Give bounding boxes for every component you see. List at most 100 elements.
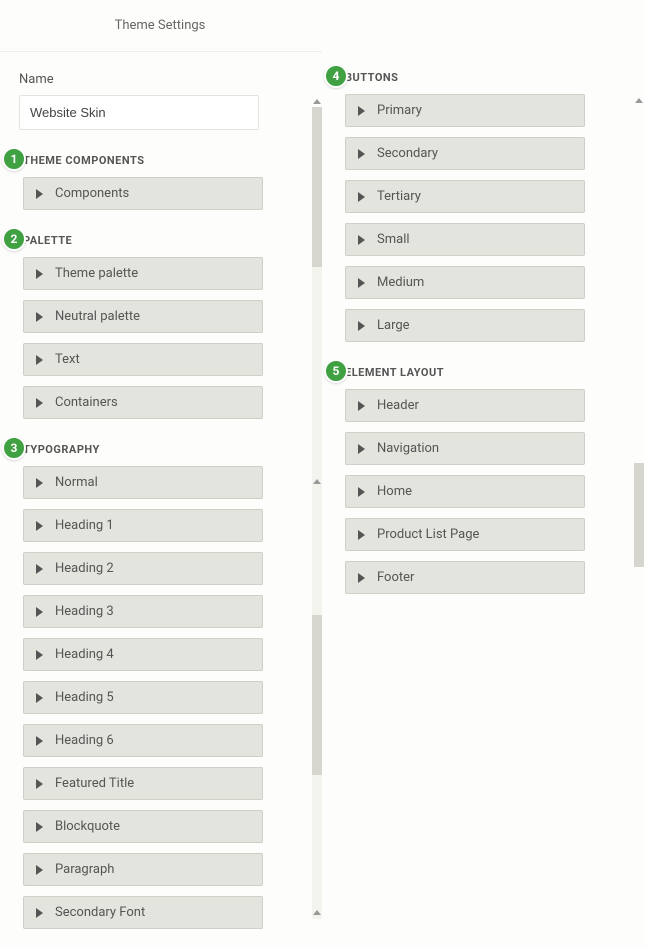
chevron-right-icon [358, 192, 365, 202]
accordion-label: Small [377, 232, 410, 247]
chevron-right-icon [358, 573, 365, 583]
accordion-tertiary[interactable]: Tertiary [345, 180, 585, 213]
accordion-heading-4[interactable]: Heading 4 [23, 638, 263, 671]
accordion-label: Heading 1 [55, 518, 114, 533]
section-element-layout: 5 ELEMENT LAYOUT Header Navigation Home … [345, 360, 629, 594]
accordion-label: Components [55, 186, 129, 201]
section-heading-theme-components: THEME COMPONENTS [23, 148, 307, 177]
accordion-primary[interactable]: Primary [345, 94, 585, 127]
scrollbar-thumb[interactable] [634, 463, 644, 567]
chevron-right-icon [36, 478, 43, 488]
accordion-label: Heading 5 [55, 690, 114, 705]
accordion-paragraph[interactable]: Paragraph [23, 853, 263, 886]
chevron-right-icon [36, 822, 43, 832]
accordion-label: Home [377, 484, 412, 499]
step-badge-2: 2 [2, 227, 26, 251]
accordion-footer[interactable]: Footer [345, 561, 585, 594]
accordion-normal[interactable]: Normal [23, 466, 263, 499]
accordion-heading-5[interactable]: Heading 5 [23, 681, 263, 714]
accordion-label: Heading 2 [55, 561, 114, 576]
accordion-medium[interactable]: Medium [345, 266, 585, 299]
chevron-right-icon [358, 401, 365, 411]
accordion-text[interactable]: Text [23, 343, 263, 376]
scrollbar-thumb[interactable] [312, 107, 322, 267]
accordion-heading-2[interactable]: Heading 2 [23, 552, 263, 585]
step-badge-1: 1 [2, 147, 26, 171]
accordion-label: Containers [55, 395, 118, 410]
accordion-label: Heading 4 [55, 647, 114, 662]
chevron-right-icon [36, 865, 43, 875]
accordion-home[interactable]: Home [345, 475, 585, 508]
accordion-label: Medium [377, 275, 424, 290]
left-panel: Name 1 THEME COMPONENTS Components 2 PAL… [0, 51, 322, 947]
accordion-label: Product List Page [377, 527, 479, 542]
accordion-label: Heading 6 [55, 733, 114, 748]
accordion-label: Text [55, 352, 80, 367]
accordion-blockquote[interactable]: Blockquote [23, 810, 263, 843]
chevron-right-icon [358, 444, 365, 454]
chevron-right-icon [36, 189, 43, 199]
scrollbar-thumb[interactable] [312, 615, 322, 775]
section-heading-palette: PALETTE [23, 228, 307, 257]
section-typography: 3 TYPOGRAPHY Normal Heading 1 Heading 2 … [23, 437, 307, 929]
accordion-small[interactable]: Small [345, 223, 585, 256]
accordion-label: Heading 3 [55, 604, 114, 619]
accordion-label: Navigation [377, 441, 439, 456]
section-heading-buttons: BUTTONS [345, 65, 629, 94]
accordion-header[interactable]: Header [345, 389, 585, 422]
chevron-right-icon [36, 355, 43, 365]
section-buttons: 4 BUTTONS Primary Secondary Tertiary Sma… [345, 65, 629, 342]
scroll-up-icon[interactable] [312, 476, 322, 486]
accordion-components[interactable]: Components [23, 177, 263, 210]
scroll-up-icon[interactable] [312, 907, 322, 917]
scroll-up-icon[interactable] [312, 96, 322, 106]
chevron-right-icon [358, 487, 365, 497]
accordion-neutral-palette[interactable]: Neutral palette [23, 300, 263, 333]
accordion-secondary-font[interactable]: Secondary Font [23, 896, 263, 929]
accordion-label: Tertiary [377, 189, 421, 204]
accordion-featured-title[interactable]: Featured Title [23, 767, 263, 800]
right-panel: 4 BUTTONS Primary Secondary Tertiary Sma… [322, 51, 644, 947]
accordion-theme-palette[interactable]: Theme palette [23, 257, 263, 290]
accordion-secondary[interactable]: Secondary [345, 137, 585, 170]
accordion-label: Footer [377, 570, 414, 585]
accordion-heading-3[interactable]: Heading 3 [23, 595, 263, 628]
chevron-right-icon [36, 650, 43, 660]
step-badge-4: 4 [324, 64, 348, 88]
scroll-up-icon[interactable] [634, 95, 644, 105]
chevron-right-icon [36, 564, 43, 574]
accordion-product-list-page[interactable]: Product List Page [345, 518, 585, 551]
chevron-right-icon [36, 693, 43, 703]
accordion-navigation[interactable]: Navigation [345, 432, 585, 465]
name-input[interactable] [19, 95, 259, 130]
step-badge-3: 3 [2, 436, 26, 460]
accordion-label: Header [377, 398, 419, 413]
name-label: Name [19, 72, 307, 87]
accordion-containers[interactable]: Containers [23, 386, 263, 419]
scrollbar-track [312, 775, 322, 919]
accordion-large[interactable]: Large [345, 309, 585, 342]
chevron-right-icon [358, 149, 365, 159]
accordion-heading-6[interactable]: Heading 6 [23, 724, 263, 757]
accordion-heading-1[interactable]: Heading 1 [23, 509, 263, 542]
accordion-label: Large [377, 318, 410, 333]
page-title: Theme Settings [0, 0, 320, 51]
section-heading-typography: TYPOGRAPHY [23, 437, 307, 466]
chevron-right-icon [358, 235, 365, 245]
chevron-right-icon [36, 269, 43, 279]
step-badge-5: 5 [324, 359, 348, 383]
chevron-right-icon [358, 278, 365, 288]
chevron-right-icon [358, 530, 365, 540]
accordion-label: Theme palette [55, 266, 138, 281]
chevron-right-icon [36, 398, 43, 408]
chevron-right-icon [36, 521, 43, 531]
accordion-label: Paragraph [55, 862, 114, 877]
accordion-label: Featured Title [55, 776, 134, 791]
section-heading-element-layout: ELEMENT LAYOUT [345, 360, 629, 389]
chevron-right-icon [36, 908, 43, 918]
chevron-right-icon [36, 607, 43, 617]
chevron-right-icon [36, 736, 43, 746]
chevron-right-icon [358, 321, 365, 331]
section-palette: 2 PALETTE Theme palette Neutral palette … [23, 228, 307, 419]
accordion-label: Neutral palette [55, 309, 140, 324]
